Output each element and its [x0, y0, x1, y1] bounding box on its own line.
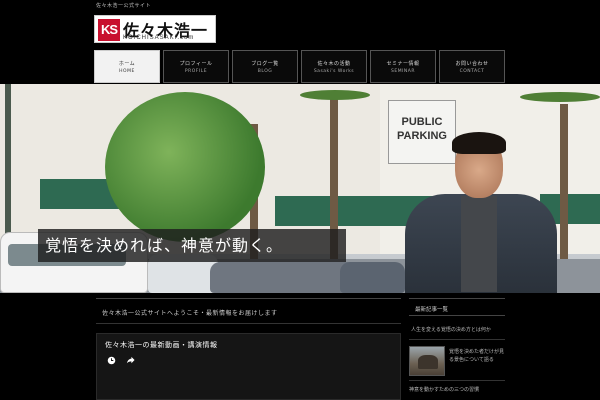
nav-item-seminar[interactable]: セミナー情報 SEMINAR — [370, 50, 436, 83]
nav-item-home[interactable]: ホーム HOME — [94, 50, 160, 83]
post-card[interactable]: 佐々木浩一の最新動画・講演情報 — [96, 333, 401, 400]
hero-tree — [105, 92, 265, 242]
sidebar-link[interactable]: 神意を動かすための三つの習慣 — [409, 386, 505, 393]
section-title: 佐々木浩一公式サイトへようこそ・最新情報をお届けします — [96, 298, 401, 324]
nav-label-jp: プロフィール — [179, 60, 213, 67]
nav-label-en: HOME — [119, 68, 135, 74]
hero-car — [340, 262, 405, 293]
nav-item-works[interactable]: 佐々木の活動 Sasaki's Works — [301, 50, 367, 83]
hero-car — [210, 262, 360, 293]
nav-label-en: BLOG — [257, 68, 273, 74]
site-logo[interactable]: KS 佐々木浩一 KOICHISASAKI.com — [94, 15, 216, 43]
post-meta-icons — [107, 356, 135, 365]
sidebar-link[interactable]: 人生を変える覚悟の決め方とは何か — [409, 326, 505, 340]
nav-item-contact[interactable]: お問い合わせ CONTACT — [439, 50, 505, 83]
hero-lamp-post — [5, 84, 11, 234]
nav-item-profile[interactable]: プロフィール PROFILE — [163, 50, 229, 83]
nav-item-blog[interactable]: ブログ一覧 BLOG — [232, 50, 298, 83]
nav-label-en: CONTACT — [459, 68, 485, 74]
main-nav: ホーム HOME プロフィール PROFILE ブログ一覧 BLOG 佐々木の活… — [94, 50, 506, 83]
logo-roman: KOICHISASAKI.com — [123, 35, 195, 41]
sidebar-entry-text[interactable]: 覚悟を決めた者だけが見る景色について語る — [449, 346, 505, 376]
top-bar: 佐々木浩一公式サイト — [0, 0, 600, 12]
sidebar: 最新記事一覧 人生を変える覚悟の決め方とは何か 覚悟を決めた者だけが見る景色につ… — [409, 298, 505, 400]
nav-label-jp: セミナー情報 — [386, 60, 420, 67]
post-title[interactable]: 佐々木浩一の最新動画・講演情報 — [105, 340, 218, 350]
hero-banner: PUBLIC PARKING 覚悟を決めれば、神意が動く。 — [0, 84, 600, 293]
nav-label-jp: お問い合わせ — [455, 60, 489, 67]
share-icon[interactable] — [126, 356, 135, 365]
nav-label-jp: 佐々木の活動 — [317, 60, 351, 67]
hero-portrait — [405, 84, 565, 293]
nav-label-en: PROFILE — [184, 68, 208, 74]
portrait-hair — [452, 132, 506, 154]
sidebar-thumbnail[interactable] — [409, 346, 445, 376]
nav-label-en: SEMINAR — [391, 68, 415, 74]
logo-mark: KS — [98, 19, 120, 41]
sidebar-entry[interactable]: 覚悟を決めた者だけが見る景色について語る — [409, 346, 505, 381]
sidebar-heading: 最新記事一覧 — [409, 298, 505, 316]
clock-icon — [107, 356, 116, 365]
portrait-shirt — [461, 196, 497, 292]
hero-tagline: 覚悟を決めれば、神意が動く。 — [38, 229, 346, 262]
site-tagline: 佐々木浩一公式サイト — [96, 3, 152, 9]
hero-palm-frond — [300, 90, 370, 100]
nav-label-en: Sasaki's Works — [313, 68, 355, 74]
nav-label-jp: ブログ一覧 — [251, 60, 279, 67]
nav-label-jp: ホーム — [118, 60, 136, 67]
